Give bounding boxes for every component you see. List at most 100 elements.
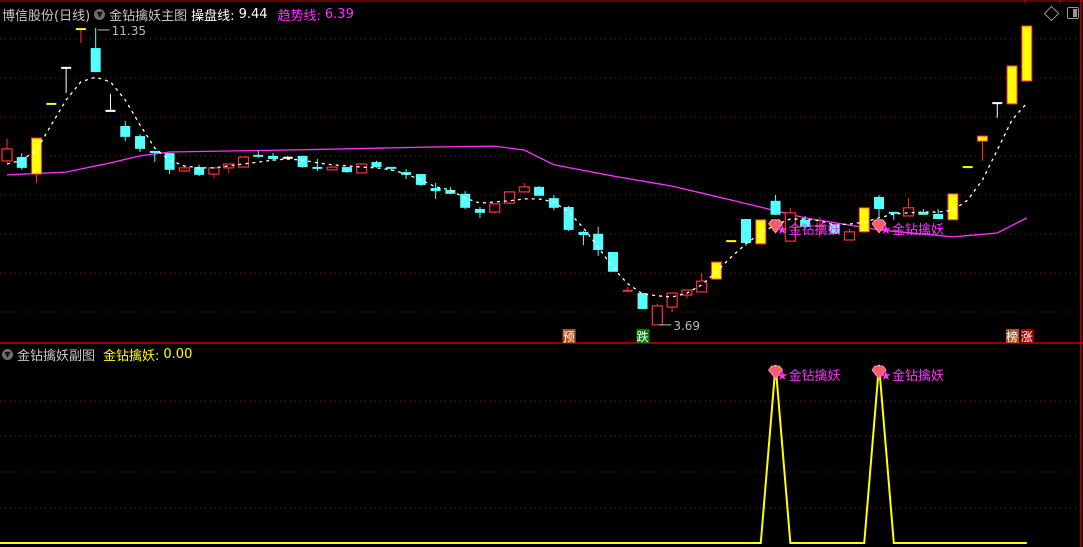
badge-label: 跌 xyxy=(637,329,649,344)
candle xyxy=(637,293,648,309)
candle xyxy=(681,289,693,299)
candle xyxy=(268,153,279,161)
signal-label: 金钻擒妖 xyxy=(789,368,841,384)
candle xyxy=(61,66,72,94)
candle xyxy=(135,134,146,152)
high-price-label: 11.35 xyxy=(112,24,146,38)
badge-label: 预 xyxy=(563,330,575,344)
candle-body xyxy=(902,207,915,217)
candle xyxy=(75,28,86,44)
candle-body xyxy=(178,167,190,172)
candle xyxy=(947,193,959,221)
diamond-icon[interactable] xyxy=(1043,5,1060,21)
candle-body xyxy=(755,219,767,245)
panel-toggle-icon[interactable] xyxy=(1067,7,1079,19)
badge-label: 榜 xyxy=(1006,329,1018,344)
candle-body xyxy=(341,167,352,173)
candle-body xyxy=(268,155,279,159)
candle xyxy=(415,174,426,187)
candle-body xyxy=(297,155,308,168)
candle xyxy=(90,27,101,73)
signal-label: 金钻擒妖 xyxy=(892,222,944,238)
candle-body xyxy=(518,186,530,193)
candle xyxy=(976,135,988,161)
candle xyxy=(120,120,131,142)
badge: 榜 xyxy=(1006,329,1020,344)
sub-series-label: 金钻擒妖: xyxy=(103,349,160,364)
candle xyxy=(770,195,781,215)
chevron-down-circle-icon[interactable]: ▼ xyxy=(2,349,13,360)
candle xyxy=(326,165,338,171)
main-indicator-name[interactable]: 金钻擒妖主图 xyxy=(109,5,187,24)
candle xyxy=(386,166,397,171)
candle xyxy=(237,156,250,168)
star-icon: ★ xyxy=(880,223,892,238)
candle-body xyxy=(135,136,146,149)
candle-body xyxy=(548,198,559,208)
candle-body xyxy=(858,207,870,233)
low-price-label: 3.69 xyxy=(673,319,700,333)
candle xyxy=(992,102,1003,118)
candle-body xyxy=(90,48,101,73)
badge-label: 涨 xyxy=(1021,329,1033,344)
main-signal: ★ 金钻擒妖 xyxy=(871,219,944,238)
candle xyxy=(253,150,264,158)
candle xyxy=(474,207,485,218)
star-icon: ★ xyxy=(777,369,789,384)
candle-body xyxy=(237,156,250,168)
operate-line-value: 9.44 xyxy=(238,7,268,22)
star-icon: ★ xyxy=(777,223,789,238)
candle xyxy=(371,160,382,168)
candle-body xyxy=(1,148,13,162)
candle xyxy=(1021,25,1033,82)
sub-indicator-name[interactable]: 金钻擒妖副图 xyxy=(17,345,95,364)
candle xyxy=(194,164,205,177)
candle xyxy=(651,303,663,326)
badge: 预 xyxy=(563,329,576,344)
candle xyxy=(874,195,885,218)
candle-body xyxy=(696,280,708,293)
candle xyxy=(518,182,530,193)
candle xyxy=(622,286,633,292)
candle-body xyxy=(1021,25,1033,82)
candle-body xyxy=(843,231,856,241)
candle-body xyxy=(31,137,43,175)
candle-body xyxy=(16,157,27,168)
signal-label: 金钻擒妖 xyxy=(892,368,944,384)
candle xyxy=(933,208,944,220)
stock-chart[interactable]: 11.353.69★ 金钻擒妖 ★ 金钻擒妖预跌榜涨★ 金钻擒妖 ★ 金钻擒妖 xyxy=(0,0,1083,547)
candle xyxy=(208,167,220,178)
candle-body xyxy=(874,196,885,209)
candle xyxy=(503,191,516,204)
candle xyxy=(843,228,856,241)
top-right-tools xyxy=(1043,5,1079,21)
candle-body xyxy=(741,219,751,244)
candle-body xyxy=(534,186,545,196)
candle xyxy=(1,138,13,163)
candle xyxy=(1006,65,1018,105)
candle xyxy=(460,191,471,209)
candle xyxy=(178,165,190,173)
chevron-down-circle-icon[interactable]: ▼ xyxy=(94,9,106,20)
candle-body xyxy=(578,231,589,235)
candle xyxy=(710,261,722,280)
candle-body xyxy=(489,203,501,213)
candle xyxy=(31,137,43,183)
candle-body xyxy=(933,214,944,220)
candle xyxy=(755,219,767,245)
signal-label: 金钻擒妖 xyxy=(789,222,841,238)
operate-line xyxy=(6,76,1028,298)
trend-line-value: 6.39 xyxy=(324,7,354,22)
candle-body xyxy=(460,193,471,208)
candle-body xyxy=(1006,65,1018,105)
badge: 跌 xyxy=(637,329,650,344)
candle-body xyxy=(637,293,648,309)
candle-body xyxy=(208,167,220,175)
main-panel-header: 博信股份(日线) ▼ 金钻擒妖主图 操盘线: 9.44 趋势线: 6.39 xyxy=(2,5,354,24)
candle-body xyxy=(666,292,678,308)
sub-signal-line xyxy=(0,364,1027,544)
candle-body xyxy=(120,125,131,137)
candle xyxy=(858,207,870,233)
candle xyxy=(105,93,116,112)
candle-body xyxy=(371,162,382,168)
